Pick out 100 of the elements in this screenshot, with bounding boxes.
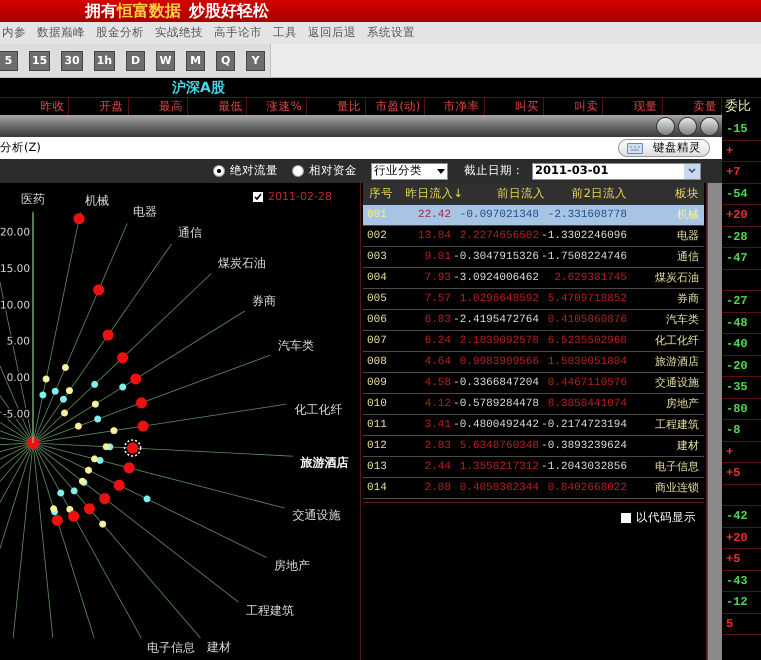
table-cell-text: 3.41 xyxy=(424,418,451,433)
period-button[interactable]: 1h xyxy=(94,50,116,70)
yesterday-inflow-dot xyxy=(52,514,63,526)
period-button[interactable]: M xyxy=(186,50,206,70)
table-cell-text: 005 xyxy=(366,292,388,307)
mode-radio[interactable]: 相对资金 xyxy=(292,162,357,180)
table-cell-text: 商业连锁 xyxy=(654,480,700,496)
window-control-icon[interactable] xyxy=(700,116,719,136)
period-button[interactable]: D xyxy=(126,50,146,70)
table-cell-text: -0.3047915326 xyxy=(452,250,539,265)
table-row[interactable]: 001 22.42 -0.097021348 -2.331608778 机械 xyxy=(363,205,704,226)
category-select[interactable]: 行业分类 xyxy=(371,162,448,180)
sector-label: 煤炭石油 xyxy=(218,256,266,270)
table-cell-text: -0.5789284478 xyxy=(452,396,539,412)
menu-item[interactable]: 高手论市 xyxy=(214,24,262,42)
prior-day-inflow-dot xyxy=(42,376,50,383)
prior-day-inflow-dot xyxy=(62,364,69,371)
table-cell-text: 7.57 xyxy=(424,292,451,307)
two-day-inflow-dot xyxy=(144,495,150,502)
period-button[interactable]: 5 xyxy=(0,50,18,70)
prior-day-inflow-dot xyxy=(92,400,99,408)
table-cell-text: +7 xyxy=(725,164,740,182)
checkbox[interactable] xyxy=(253,192,263,202)
column-header[interactable]: 前2日流入 xyxy=(545,185,627,203)
show-code-label: 以代码显示 xyxy=(636,509,696,526)
prior-day-inflow-dot xyxy=(102,443,110,450)
menu-item[interactable]: 内参 xyxy=(2,24,26,42)
column-header[interactable]: 序号 xyxy=(363,185,401,203)
yesterday-inflow-dot xyxy=(130,373,142,384)
yesterday-inflow-dot xyxy=(124,462,135,474)
table-cell-text: -47 xyxy=(725,250,748,268)
sector-label: 医药 xyxy=(21,192,45,206)
period-button[interactable]: Y xyxy=(246,50,266,70)
table-cell-text: 002 xyxy=(366,228,388,244)
table-cell-text: 011 xyxy=(366,418,388,433)
table-cell-text: -80 xyxy=(725,400,748,418)
table-cell-text: 4.58 xyxy=(424,376,451,391)
table-cell-text: 4.64 xyxy=(424,354,451,370)
column-header[interactable]: 板块 xyxy=(627,185,704,203)
column-header[interactable]: 昨日流入↓ xyxy=(401,185,463,203)
table-cell-text: -20 xyxy=(725,358,748,375)
two-day-inflow-dot xyxy=(91,380,98,388)
table-cell-text: 010 xyxy=(366,396,388,412)
table-cell-text: 工程建筑 xyxy=(654,416,700,433)
table-cell-text: +5 xyxy=(725,551,740,568)
window-control-icon[interactable] xyxy=(656,116,675,136)
checkbox[interactable] xyxy=(621,512,631,523)
menu-item[interactable]: 系统设置 xyxy=(367,24,415,42)
axis-tick-label: 15.00 xyxy=(0,262,30,275)
table-cell-text: 2.1839092578 xyxy=(458,334,539,349)
date-field[interactable]: 2011-03-01 xyxy=(532,162,701,180)
sector-label: 通信 xyxy=(178,226,202,240)
column-header[interactable]: 前日流入 xyxy=(463,185,545,203)
yesterday-inflow-dot xyxy=(68,510,80,522)
table-cell-text: 004 xyxy=(366,270,388,286)
prior-day-inflow-dot xyxy=(66,387,73,394)
column-header[interactable]: 委比 xyxy=(722,98,761,115)
table-cell-text: 22.42 xyxy=(416,208,451,223)
table-cell-text: 2.08 xyxy=(424,480,451,496)
menu-item[interactable]: 股金分析 xyxy=(96,24,144,42)
period-button[interactable]: 30 xyxy=(61,50,83,70)
two-day-inflow-dot xyxy=(96,456,104,464)
table-cell-text: 1.0296648592 xyxy=(458,292,539,307)
table-cell-text: -2.4195472764 xyxy=(452,312,539,328)
dialog-menu-item[interactable]: 分析(Z) xyxy=(0,139,41,157)
table-cell-text: 6.5235502968 xyxy=(546,334,627,349)
table-cell-text: 交通设施 xyxy=(654,374,700,391)
table-cell-text: 汽车类 xyxy=(665,312,700,328)
window-control-icon[interactable] xyxy=(678,116,697,136)
mode-radio[interactable]: 绝对流量 xyxy=(213,162,278,180)
table-cell-text: 006 xyxy=(366,312,388,328)
two-day-inflow-dot xyxy=(70,487,78,494)
table-cell-text: 机械 xyxy=(676,206,700,223)
period-button[interactable]: W xyxy=(156,50,176,70)
table-cell-text: -0.3366847204 xyxy=(452,376,539,391)
table-cell-text: -1.3302246096 xyxy=(540,228,627,244)
sector-label: 化工化纤 xyxy=(294,402,342,417)
period-button[interactable]: Q xyxy=(216,50,236,70)
two-day-inflow-dot xyxy=(94,416,102,423)
period-button[interactable]: 15 xyxy=(29,50,50,70)
selection-ring xyxy=(124,439,142,457)
yesterday-inflow-dot xyxy=(102,330,114,341)
keyboard-wizard-button[interactable]: 键盘精灵 xyxy=(618,139,710,157)
menu-item[interactable]: 工具 xyxy=(273,24,297,42)
sector-label: 房地产 xyxy=(274,558,310,572)
dropdown-arrow-icon xyxy=(437,168,445,174)
menu-item[interactable]: 返回后退 xyxy=(308,24,356,42)
menu-item[interactable]: 数据巅峰 xyxy=(37,24,85,42)
table-cell-text: -15 xyxy=(725,121,748,138)
table-cell-text: 电子信息 xyxy=(654,458,700,475)
menu-item[interactable]: 实战绝技 xyxy=(155,24,203,42)
keyboard-icon xyxy=(627,142,643,154)
table-cell-text: 9.01 xyxy=(424,250,451,265)
table-cell-text: -0.4800492442 xyxy=(452,418,539,433)
table-cell-text: 0.4058382344 xyxy=(458,480,539,496)
banner-text: 恒富数据 xyxy=(117,3,181,19)
table-cell-text: +5 xyxy=(725,465,740,482)
table-cell-text: -35 xyxy=(725,379,748,396)
table-cell-text: -42 xyxy=(725,508,748,526)
table-cell-text: 2.44 xyxy=(424,460,451,475)
